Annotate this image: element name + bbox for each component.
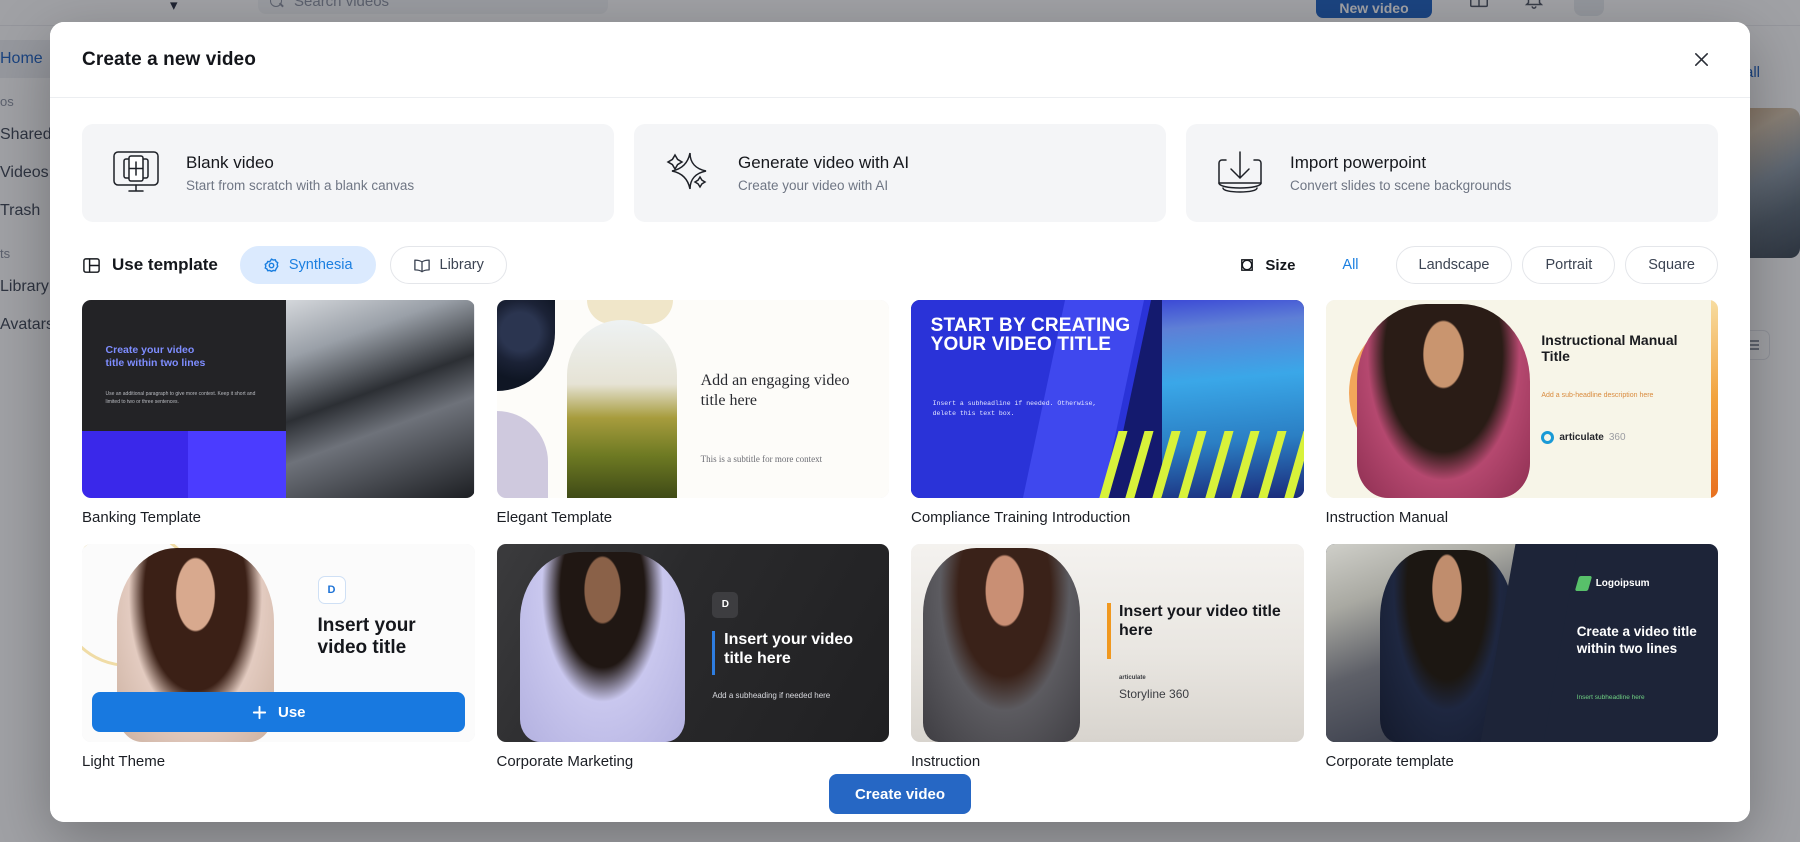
option-blank-video[interactable]: Blank video Start from scratch with a bl…: [82, 124, 614, 222]
size-filter-group: All Landscape Portrait Square: [1315, 246, 1718, 284]
use-template-text: Use template: [112, 255, 218, 274]
template-art-title: Insert your video title here: [724, 631, 854, 667]
close-icon[interactable]: [1684, 43, 1718, 77]
template-card-compliance[interactable]: START BY CREATING YOUR VIDEO TITLE Inser…: [911, 300, 1304, 526]
option-subtitle: Start from scratch with a blank canvas: [186, 178, 415, 193]
option-title: Import powerpoint: [1290, 153, 1427, 172]
template-thumbnail: D Insert your video title here Add a sub…: [496, 544, 889, 742]
template-art-subtitle: Add a sub-headline description here: [1541, 392, 1654, 400]
option-title: Generate video with AI: [738, 153, 910, 172]
modal-body: Blank video Start from scratch with a bl…: [50, 98, 1750, 822]
template-art-paragraph: Use an additional paragraph to give more…: [105, 391, 256, 405]
art-title-line2: title within: [105, 357, 161, 370]
template-card-elegant[interactable]: Add an engaging video title here This is…: [496, 300, 889, 526]
template-art-title: Create your video title within two lines: [106, 344, 271, 372]
plus-icon: [251, 704, 268, 721]
template-name: Corporate Marketing: [496, 753, 634, 770]
logoipsum-logo: Logoipsum: [1574, 575, 1650, 591]
template-thumbnail: Logoipsum Create a video title within tw…: [1325, 544, 1718, 742]
template-art-title: Add an engaging video title here: [700, 372, 850, 410]
size-filter-square[interactable]: Square: [1625, 246, 1718, 284]
size-filter-portrait[interactable]: Portrait: [1522, 246, 1616, 284]
sparkle-ai-icon: [660, 145, 716, 201]
template-card-banking[interactable]: Create your video title within two lines…: [82, 300, 475, 526]
template-art-subtitle: Insert subheadline here: [1576, 694, 1645, 702]
template-thumbnail: Instructional Manual Title Add a sub-hea…: [1325, 300, 1718, 498]
page-title: Create a new video: [82, 48, 256, 70]
template-thumbnail: START BY CREATING YOUR VIDEO TITLE Inser…: [911, 300, 1304, 498]
size-filter-label-text: Landscape: [1418, 257, 1490, 273]
ring-icon: [1541, 430, 1555, 444]
template-art-subtitle: Insert a subheadline if needed. Otherwis…: [932, 400, 1097, 418]
size-label-text: Size: [1265, 256, 1296, 274]
use-template-label: Use template: [82, 255, 218, 275]
template-thumbnail: D Insert your video title Insert subhead…: [82, 544, 475, 742]
template-layout-icon: [82, 256, 101, 275]
creation-options: Blank video Start from scratch with a bl…: [50, 98, 1750, 236]
tab-label: Library: [439, 257, 484, 273]
template-card-instruction[interactable]: Insert your video title here articulate …: [911, 531, 1304, 770]
book-icon: [413, 257, 431, 273]
template-art-title: Insert your video title: [317, 615, 416, 658]
option-import-powerpoint[interactable]: Import powerpoint Convert slides to scen…: [1186, 124, 1718, 222]
tab-library[interactable]: Library: [389, 246, 507, 284]
blank-video-icon: [108, 145, 164, 201]
template-thumbnail: Create your video title within two lines…: [82, 300, 475, 498]
template-art-title: START BY CREATING YOUR VIDEO TITLE: [930, 314, 1131, 356]
template-grid-scroll[interactable]: Create your video title within two lines…: [50, 300, 1750, 822]
template-grid: Create your video title within two lines…: [82, 300, 1718, 770]
size-icon: [1238, 256, 1256, 274]
brand-logo-icon: D: [712, 591, 739, 618]
synthesia-icon: [263, 257, 280, 274]
template-art-subtitle: This is a subtitle for more context: [700, 454, 823, 465]
option-generate-with-ai[interactable]: Generate video with AI Create your video…: [634, 124, 1166, 222]
logo-mark-icon: [1574, 575, 1592, 591]
brand-secondary: 360: [1608, 431, 1626, 443]
use-template-button[interactable]: Use: [92, 692, 465, 732]
brand-primary: articulate: [1559, 431, 1604, 443]
template-art-title: Insert your video title here: [1119, 603, 1281, 639]
brand-secondary: Storyline 360: [1119, 686, 1190, 701]
option-subtitle: Convert slides to scene backgrounds: [1290, 178, 1512, 193]
template-card-light-theme[interactable]: D Insert your video title Insert subhead…: [82, 531, 475, 770]
template-card-corporate[interactable]: Logoipsum Create a video title within tw…: [1325, 531, 1718, 770]
size-filter-label-text: Square: [1648, 257, 1695, 273]
template-card-corporate-marketing[interactable]: D Insert your video title here Add a sub…: [496, 531, 889, 770]
size-filter-label-text: Portrait: [1545, 257, 1593, 273]
size-filter-label-text: All: [1342, 257, 1359, 273]
option-title: Blank video: [186, 153, 274, 172]
option-subtitle: Create your video with AI: [738, 178, 889, 193]
articulate-logo: articulate 360: [1541, 430, 1626, 444]
tab-label: Synthesia: [288, 257, 353, 273]
template-name: Elegant Template: [496, 509, 613, 526]
template-name: Instruction: [911, 753, 981, 770]
modal-header: Create a new video: [50, 22, 1750, 98]
brand-logo-icon: D: [317, 575, 346, 604]
template-art-title: Create a video title within two lines: [1576, 624, 1697, 657]
template-name: Banking Template: [82, 509, 201, 526]
template-art-subtitle: Add a subheading if needed here: [712, 690, 831, 700]
template-name: Instruction Manual: [1325, 509, 1449, 526]
size-filter-label: Size: [1238, 256, 1295, 274]
import-powerpoint-icon: [1212, 145, 1268, 201]
tab-synthesia[interactable]: Synthesia: [239, 246, 376, 284]
brand-primary: articulate: [1119, 674, 1146, 681]
art-title-accent: two lines: [160, 357, 206, 370]
template-toolbar: Use template Synthesia Library Size All …: [50, 236, 1750, 300]
template-card-instruction-manual[interactable]: Instructional Manual Title Add a sub-hea…: [1325, 300, 1718, 526]
template-name: Corporate template: [1325, 753, 1454, 770]
template-thumbnail: Add an engaging video title here This is…: [496, 300, 889, 498]
template-thumbnail: Insert your video title here articulate …: [911, 544, 1304, 742]
size-filter-landscape[interactable]: Landscape: [1395, 246, 1513, 284]
template-name: Light Theme: [82, 753, 166, 770]
template-art-title: Instructional Manual Title: [1541, 331, 1678, 365]
use-button-label: Use: [277, 703, 306, 721]
size-filter-all[interactable]: All: [1315, 246, 1385, 284]
logo-name: Logoipsum: [1595, 577, 1650, 589]
create-video-modal: Create a new video Blank video Start fro…: [50, 22, 1750, 822]
template-name: Compliance Training Introduction: [911, 509, 1131, 526]
warning-stripes: [1099, 430, 1304, 498]
art-title-line1: Create your video: [105, 343, 195, 356]
